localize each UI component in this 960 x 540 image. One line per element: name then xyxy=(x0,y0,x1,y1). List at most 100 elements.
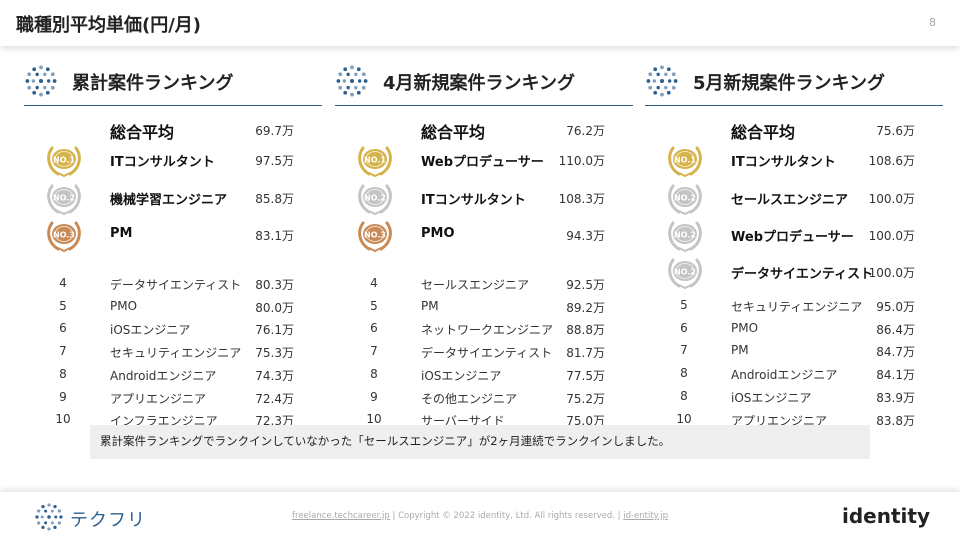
rank-number: 6 xyxy=(680,320,688,335)
average-label: 総合平均 xyxy=(731,123,796,142)
job-title: アプリエンジニア xyxy=(110,391,207,406)
bronze-medal-icon: NO.3 xyxy=(355,215,395,253)
rank-number: 6 xyxy=(59,321,67,336)
rank-number: 9 xyxy=(370,389,378,404)
svg-text:NO.1: NO.1 xyxy=(53,156,75,165)
company-logo: identity xyxy=(842,504,930,528)
dots-logo-icon xyxy=(336,65,368,97)
average-label: 総合平均 xyxy=(110,123,175,142)
average-value: 76.2万 xyxy=(566,124,605,138)
gold-medal-icon: NO.1 xyxy=(355,140,395,178)
job-title: データサイエンティスト xyxy=(110,278,242,292)
job-title: ネットワークエンジニア xyxy=(421,323,554,338)
svg-text:NO.2: NO.2 xyxy=(364,194,386,203)
price-value: 83.9万 xyxy=(876,390,915,405)
silver-medal-icon: NO.2 xyxy=(665,215,705,253)
price-value: 80.0万 xyxy=(255,300,294,315)
column-header: 累計案件ランキング xyxy=(24,60,322,106)
rank-number: 10 xyxy=(676,411,692,426)
rank-number: 8 xyxy=(680,366,688,381)
gold-medal-icon: NO.1 xyxy=(665,140,705,178)
svg-text:NO.2: NO.2 xyxy=(674,231,696,240)
rank-number: 4 xyxy=(59,276,67,290)
company-link[interactable]: id-entity.jp xyxy=(623,511,668,521)
bronze-medal-icon: NO.3 xyxy=(44,215,84,253)
job-title: セキュリティエンジニア xyxy=(731,300,863,314)
site-link[interactable]: freelance.techcareer.jp xyxy=(292,511,390,521)
price-value: 83.1万 xyxy=(255,229,294,243)
price-value: 84.7万 xyxy=(876,345,915,360)
job-title: iOSエンジニア xyxy=(421,368,502,383)
job-title: ITコンサルタント xyxy=(731,155,836,170)
price-value: 92.5万 xyxy=(566,278,605,292)
job-title: PM xyxy=(421,298,439,313)
column-header: 5月新規案件ランキング xyxy=(645,60,943,106)
job-title: PMO xyxy=(110,298,138,313)
rank-number: 7 xyxy=(680,343,688,358)
rank-number: 10 xyxy=(55,412,71,427)
rank-number: 7 xyxy=(59,344,67,359)
job-title: セキュリティエンジニア xyxy=(110,346,242,361)
silver-medal-icon: NO.2 xyxy=(665,252,705,290)
price-value: 83.8万 xyxy=(876,413,915,428)
rank-number: 6 xyxy=(370,321,378,336)
price-value: 76.1万 xyxy=(255,323,294,338)
rank-number: 5 xyxy=(680,298,688,312)
price-value: 94.3万 xyxy=(566,229,605,243)
job-title: Androidエンジニア xyxy=(110,368,217,383)
rank-number: 4 xyxy=(370,276,378,290)
job-title: 機械学習エンジニア xyxy=(110,193,228,208)
rank-number: 8 xyxy=(370,366,378,381)
price-value: 100.0万 xyxy=(868,229,915,243)
average-label: 総合平均 xyxy=(421,123,486,142)
job-title: Androidエンジニア xyxy=(731,368,838,383)
svg-text:NO.1: NO.1 xyxy=(674,156,696,165)
silver-medal-icon: NO.2 xyxy=(665,178,705,216)
rank-number: 7 xyxy=(370,344,378,359)
note-box: 累計案件ランキングでランクインしていなかった「セールスエンジニア」が2ヶ月連続で… xyxy=(90,425,870,459)
job-title: その他エンジニア xyxy=(421,391,518,406)
average-value: 75.6万 xyxy=(876,124,915,138)
job-title: PM xyxy=(110,226,133,241)
job-title: iOSエンジニア xyxy=(110,323,191,338)
rank-number: 8 xyxy=(59,366,67,381)
price-value: 86.4万 xyxy=(876,322,915,337)
rank-number: 9 xyxy=(59,389,67,404)
svg-text:NO.2: NO.2 xyxy=(674,194,696,203)
price-value: 100.0万 xyxy=(868,266,915,280)
ranking-column: 5月新規案件ランキング総合平均 75.6万 NO.1 ITコンサルタント 108.6万 N… xyxy=(645,60,943,428)
job-title: セールスエンジニア xyxy=(731,193,849,208)
job-title: データサイエンティスト xyxy=(731,267,874,282)
price-value: 108.6万 xyxy=(868,154,915,168)
job-title: セールスエンジニア xyxy=(421,278,530,292)
footer-bar: テクフリ freelance.techcareer.jp | Copyright… xyxy=(0,492,960,540)
price-value: 110.0万 xyxy=(558,154,605,168)
dots-logo-icon xyxy=(646,65,678,97)
price-value: 75.2万 xyxy=(566,391,605,406)
price-value: 100.0万 xyxy=(868,192,915,206)
column-title: 5月新規案件ランキング xyxy=(693,73,885,94)
job-title: ITコンサルタント xyxy=(421,193,526,208)
page-title: 職種別平均単価(円/月) xyxy=(16,15,202,36)
ranking-column: 累計案件ランキング 総合平均 69.7万 NO.1 ITコンサルタント 97.5万 NO.2… xyxy=(24,60,322,428)
rank-number: 8 xyxy=(680,388,688,403)
price-value: 72.4万 xyxy=(255,391,294,406)
average-value: 69.7万 xyxy=(255,124,294,138)
price-value: 95.0万 xyxy=(876,300,915,314)
ranking-column: 4月新規案件ランキング総合平均 76.2万 NO.1 Webプロデューサー 110.0万… xyxy=(335,60,633,428)
price-value: 74.3万 xyxy=(255,368,294,383)
price-value: 85.8万 xyxy=(255,192,294,206)
price-value: 88.8万 xyxy=(566,323,605,338)
gold-medal-icon: NO.1 xyxy=(44,140,84,178)
svg-text:NO.1: NO.1 xyxy=(364,156,386,165)
svg-text:NO.3: NO.3 xyxy=(364,231,386,240)
silver-medal-icon: NO.2 xyxy=(355,178,395,216)
price-value: 77.5万 xyxy=(566,368,605,383)
price-value: 81.7万 xyxy=(566,346,605,361)
job-title: Webプロデューサー xyxy=(731,230,854,245)
price-value: 108.3万 xyxy=(558,192,605,206)
job-title: Webプロデューサー xyxy=(421,155,544,170)
column-header: 4月新規案件ランキング xyxy=(335,60,633,106)
job-title: PM xyxy=(731,343,749,358)
rank-number: 5 xyxy=(59,298,67,313)
